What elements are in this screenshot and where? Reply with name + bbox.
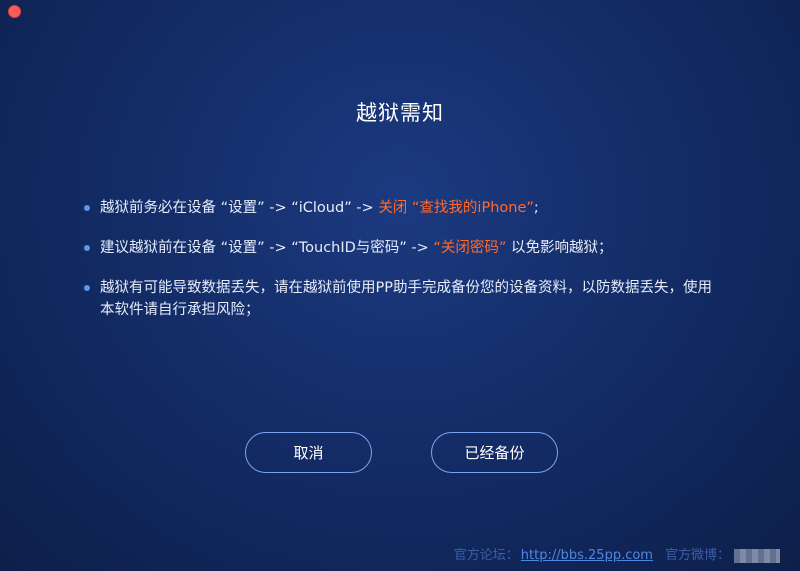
bullet-icon [84,285,90,291]
weibo-label: 官方微博： [664,548,730,563]
footer: 官方论坛： http://bbs.25pp.com 官方微博： [454,544,780,563]
forum-label: 官方论坛： [453,548,519,563]
forum-link[interactable]: http://bbs.25pp.com [521,548,653,563]
notice-text-end: ; [533,200,539,216]
notice-item-icloud: 越狱前务必在设备 “设置” -> “iCloud” -> 关闭 “查找我的iPh… [84,197,724,219]
bullet-icon [84,205,90,211]
blurred-weibo-link [734,548,780,563]
notice-highlight: “关闭密码” [433,240,507,256]
notice-text-end: 以免影响越狱； [506,240,613,256]
notice-list: 越狱前务必在设备 “设置” -> “iCloud” -> 关闭 “查找我的iPh… [84,197,724,339]
dialog-title: 越狱需知 [356,101,444,125]
notice-highlight: 关闭 “查找我的iPhone” [378,200,534,216]
cancel-button[interactable]: 取消 [245,432,372,473]
already-backed-up-button[interactable]: 已经备份 [431,432,558,473]
window-close-button[interactable] [8,5,21,18]
notice-text: 越狱有可能导致数据丢失，请在越狱前使用PP助手完成备份您的设备资料，以防数据丢失… [100,280,712,318]
notice-item-data-loss: 越狱有可能导致数据丢失，请在越狱前使用PP助手完成备份您的设备资料，以防数据丢失… [84,277,724,321]
bullet-icon [84,245,90,251]
notice-item-touchid: 建议越狱前在设备 “设置” -> “TouchID与密码” -> “关闭密码” … [84,237,724,259]
notice-text: 建议越狱前在设备 “设置” -> “TouchID与密码” -> [100,240,434,256]
notice-text: 越狱前务必在设备 “设置” -> “iCloud” -> [100,200,379,216]
